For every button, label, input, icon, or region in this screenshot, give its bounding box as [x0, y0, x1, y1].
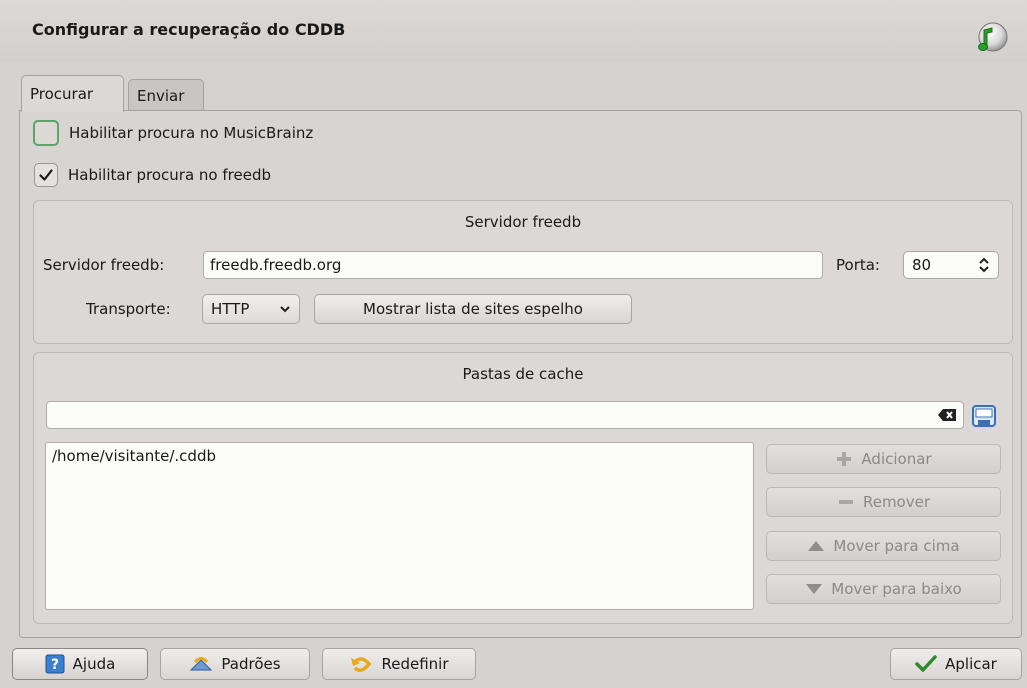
freedb-option[interactable]: Habilitar procura no freedb: [34, 163, 271, 187]
defaults-button-label: Padrões: [221, 655, 281, 673]
help-button[interactable]: ? Ajuda: [12, 648, 148, 680]
transport-label: Transporte:: [86, 300, 171, 318]
list-item[interactable]: /home/visitante/.cddb: [52, 447, 747, 465]
transport-select[interactable]: HTTP: [202, 294, 300, 324]
cache-path-input[interactable]: [46, 401, 964, 429]
plus-icon: [837, 452, 852, 466]
move-down-button[interactable]: Mover para baixo: [766, 574, 1001, 604]
cache-folder-list[interactable]: /home/visitante/.cddb: [45, 442, 754, 610]
server-group-title: Servidor freedb: [464, 213, 582, 231]
dialog-title: Configurar a recuperação do CDDB: [32, 20, 346, 39]
apply-button[interactable]: Aplicar: [890, 648, 1022, 680]
remove-button[interactable]: Remover: [766, 487, 1001, 517]
musicbrainz-label: Habilitar procura no MusicBrainz: [69, 124, 314, 142]
tab-enviar[interactable]: Enviar: [128, 79, 204, 111]
move-up-button[interactable]: Mover para cima: [766, 531, 1001, 561]
tab-procurar-label: Procurar: [30, 85, 94, 103]
tab-procurar[interactable]: Procurar: [21, 75, 124, 112]
show-mirrors-button[interactable]: Mostrar lista de sites espelho: [314, 294, 632, 324]
show-mirrors-label: Mostrar lista de sites espelho: [363, 300, 583, 318]
cache-group-title: Pastas de cache: [462, 365, 584, 383]
add-button[interactable]: Adicionar: [766, 444, 1001, 474]
server-input-value: freedb.freedb.org: [210, 256, 342, 274]
move-down-button-label: Mover para baixo: [831, 580, 962, 598]
freedb-checkbox[interactable]: [34, 163, 58, 187]
move-up-button-label: Mover para cima: [833, 537, 960, 555]
defaults-button[interactable]: Padrões: [160, 648, 310, 680]
apply-button-label: Aplicar: [945, 655, 997, 673]
musicbrainz-option[interactable]: Habilitar procura no MusicBrainz: [33, 120, 313, 146]
help-button-label: Ajuda: [72, 655, 116, 673]
checkmark-icon: [39, 169, 53, 181]
musicbrainz-checkbox[interactable]: [33, 120, 59, 146]
transport-value: HTTP: [211, 300, 250, 318]
remove-button-label: Remover: [862, 493, 931, 511]
undo-icon: [351, 657, 372, 672]
server-input[interactable]: freedb.freedb.org: [203, 251, 823, 279]
clear-text-icon[interactable]: [937, 408, 957, 422]
port-value: 80: [912, 256, 932, 274]
server-label: Servidor freedb:: [43, 256, 165, 274]
reset-button[interactable]: Redefinir: [322, 648, 476, 680]
freedb-label: Habilitar procura no freedb: [68, 166, 271, 184]
help-icon: ?: [45, 654, 65, 674]
minus-icon: [838, 500, 853, 504]
triangle-up-icon: [808, 541, 825, 551]
restore-defaults-icon: [190, 657, 213, 671]
up-down-arrows-icon[interactable]: [978, 257, 990, 273]
browse-folder-icon[interactable]: [971, 403, 997, 429]
checkmark-icon: [915, 655, 937, 672]
chevron-down-icon: [280, 306, 290, 313]
port-label: Porta:: [836, 256, 880, 274]
dialog-header: Configurar a recuperação do CDDB: [0, 0, 1027, 62]
svg-text:?: ?: [51, 657, 59, 673]
port-spinbox[interactable]: 80: [903, 251, 999, 279]
triangle-down-icon: [806, 584, 823, 594]
reset-button-label: Redefinir: [381, 655, 449, 673]
tab-enviar-label: Enviar: [137, 86, 185, 105]
music-note-icon: [978, 22, 1008, 52]
add-button-label: Adicionar: [861, 450, 932, 468]
